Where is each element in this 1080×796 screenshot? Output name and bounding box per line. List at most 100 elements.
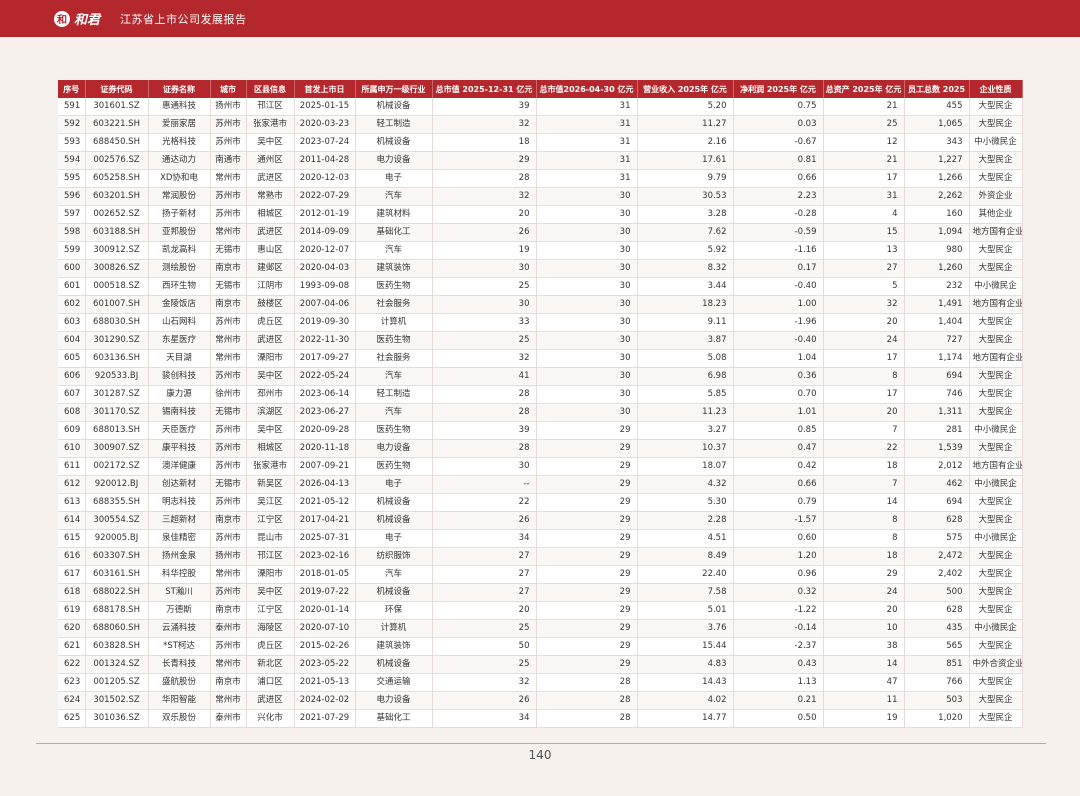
table-row: 602 601007.SH 金陵饭店 南京市 鼓楼区 2007-04-06 社会服务 30 30… [58, 295, 1023, 314]
table-cell: 机械设备 [355, 511, 433, 530]
table-cell: 武进区 [246, 691, 295, 710]
table-cell: 24 [823, 583, 905, 602]
table-cell: 吴中区 [246, 583, 295, 602]
table-cell: 机械设备 [355, 98, 433, 116]
table-body: 591 301601.SZ 惠通科技 扬州市 邗江区 2025-01-15 机械设备 39 31… [58, 98, 1023, 728]
table-header: 序号 证券代码 证券名称 城市 区县信息 首发上市日 所属申万一级行业 总市值 2025-12… [58, 80, 1023, 98]
table-cell: 5 [823, 277, 905, 296]
table-cell: 南京市 [210, 601, 247, 620]
table-cell: 常熟市 [246, 187, 295, 206]
table-cell: 14.43 [637, 673, 734, 692]
table-cell: 0.17 [733, 259, 824, 278]
table-cell: 920012.BJ [85, 475, 149, 494]
table-cell: 38 [823, 637, 905, 656]
column-header: 总市值2026-04-30 亿元 [536, 80, 638, 98]
table-cell: 2014-09-09 [294, 223, 356, 242]
table-cell: 30 [536, 277, 638, 296]
table-cell: 30 [432, 295, 537, 314]
table-cell: 山石网科 [148, 313, 211, 332]
table-cell: 苏州市 [210, 493, 247, 512]
table-cell: 0.79 [733, 493, 824, 512]
table-cell: 11.23 [637, 403, 734, 422]
table-cell: 中小微民企 [969, 529, 1023, 548]
table-cell: 10.37 [637, 439, 734, 458]
table-cell: 大型民企 [969, 115, 1023, 134]
table-cell: 5.85 [637, 385, 734, 404]
table-cell: 25 [432, 277, 537, 296]
table-cell: 邗江区 [246, 98, 295, 116]
table-row: 593 688450.SH 光格科技 苏州市 吴中区 2023-07-24 机械设备 18 31… [58, 133, 1023, 152]
table-cell: 通州区 [246, 151, 295, 170]
table-cell: 694 [904, 493, 970, 512]
table-cell: 2,262 [904, 187, 970, 206]
table-cell: 622 [58, 655, 86, 674]
table-cell: 2021-05-12 [294, 493, 356, 512]
table-cell: 688022.SH [85, 583, 149, 602]
table-cell: 766 [904, 673, 970, 692]
table-cell: 扬州金泉 [148, 547, 211, 566]
table-cell: 301036.SZ [85, 709, 149, 728]
table-cell: 苏州市 [210, 133, 247, 152]
table-cell: 基础化工 [355, 709, 433, 728]
table-cell: 4.83 [637, 655, 734, 674]
table-cell: 32 [432, 187, 537, 206]
table-cell: 0.50 [733, 709, 824, 728]
table-cell: 594 [58, 151, 86, 170]
table-cell: 28 [432, 169, 537, 188]
table-cell: -1.96 [733, 313, 824, 332]
table-cell: -2.37 [733, 637, 824, 656]
table-cell: 619 [58, 601, 86, 620]
table-row: 604 301290.SZ 东星医疗 常州市 武进区 2022-11-30 医药生物 25 30… [58, 331, 1023, 350]
table-cell: 锡南科技 [148, 403, 211, 422]
table-cell: 3.87 [637, 331, 734, 350]
table-row: 611 002172.SZ 澳洋健康 苏州市 张家港市 2007-09-21 医药生物 30 2… [58, 457, 1023, 476]
table-cell: 虎丘区 [246, 637, 295, 656]
table-cell: 0.66 [733, 169, 824, 188]
table-cell: 598 [58, 223, 86, 242]
table-cell: 615 [58, 529, 86, 548]
table-cell: 计算机 [355, 619, 433, 638]
table-cell: 26 [432, 223, 537, 242]
table-cell: 300826.SZ [85, 259, 149, 278]
table-cell: 9.79 [637, 169, 734, 188]
header-row: 序号 证券代码 证券名称 城市 区县信息 首发上市日 所属申万一级行业 总市值 2025-12… [58, 80, 1023, 98]
table-cell: 7.62 [637, 223, 734, 242]
column-header: 首发上市日 [294, 80, 356, 98]
table-cell: -0.14 [733, 619, 824, 638]
table-cell: 8 [823, 367, 905, 386]
table-cell: 惠通科技 [148, 98, 211, 116]
table-cell: 0.03 [733, 115, 824, 134]
table-cell: 无锡市 [210, 475, 247, 494]
table-cell: 2020-11-18 [294, 439, 356, 458]
table-cell: 24 [823, 331, 905, 350]
table-cell: 30 [536, 205, 638, 224]
table-cell: 29 [536, 619, 638, 638]
table-cell: 江宁区 [246, 511, 295, 530]
table-cell: 2021-05-13 [294, 673, 356, 692]
table-cell: 溧阳市 [246, 349, 295, 368]
table-cell: 2019-09-30 [294, 313, 356, 332]
table-cell: 27 [432, 583, 537, 602]
table-cell: -0.40 [733, 331, 824, 350]
table-cell: 18.07 [637, 457, 734, 476]
table-cell: 1,094 [904, 223, 970, 242]
table-cell: 社会服务 [355, 295, 433, 314]
table-cell: ST瀚川 [148, 583, 211, 602]
table-cell: 20 [432, 601, 537, 620]
column-header: 员工总数 2025 [904, 80, 970, 98]
table-cell: 20 [823, 403, 905, 422]
table-cell: 2020-01-14 [294, 601, 356, 620]
column-header: 所属申万一级行业 [355, 80, 433, 98]
table-cell: 30 [536, 349, 638, 368]
table-cell: 1.20 [733, 547, 824, 566]
table-cell: 29 [536, 439, 638, 458]
table-cell: 邗江区 [246, 547, 295, 566]
table-cell: 618 [58, 583, 86, 602]
table-cell: 18 [823, 457, 905, 476]
table-cell: 建邺区 [246, 259, 295, 278]
table-cell: 605 [58, 349, 86, 368]
table-cell: 惠山区 [246, 241, 295, 260]
table-cell: 4 [823, 205, 905, 224]
table-cell: 大型民企 [969, 565, 1023, 584]
table-row: 605 603136.SH 天目湖 常州市 溧阳市 2017-09-27 社会服务 32 30 5… [58, 349, 1023, 368]
